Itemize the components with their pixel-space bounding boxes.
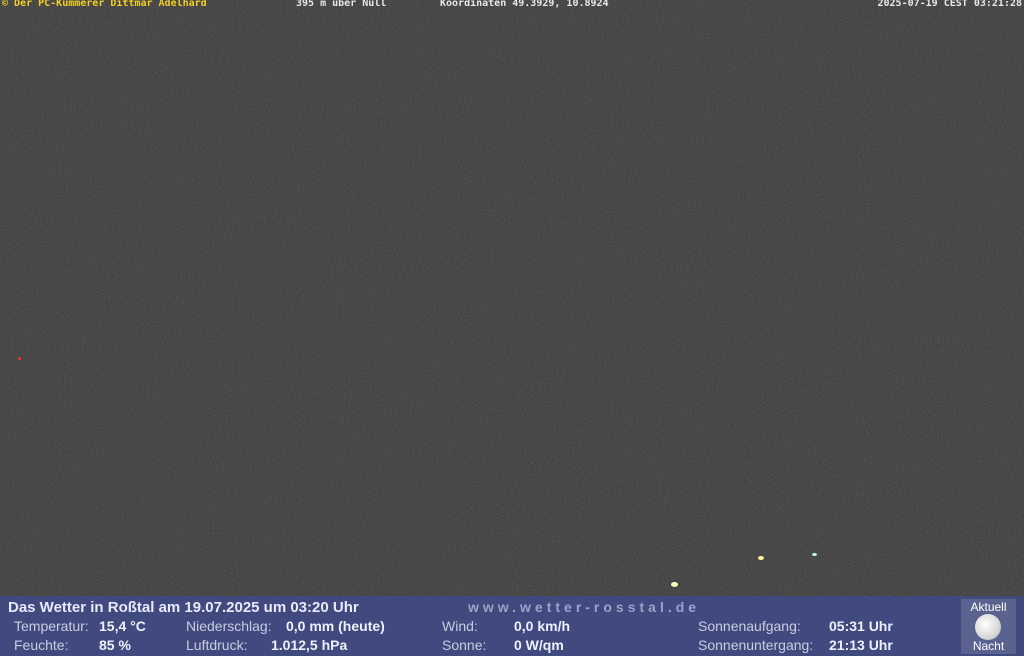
wind-value: 0,0 km/h: [514, 618, 571, 634]
pressure-value: 1.012,5 hPa: [271, 637, 348, 653]
sunrise-label: Sonnenaufgang:: [698, 618, 801, 634]
copyright-text: © Der PC-Kümmerer Dittmar Adelhard: [2, 0, 207, 9]
sunrise-value: 05:31 Uhr: [829, 618, 893, 634]
webcam-image: © Der PC-Kümmerer Dittmar Adelhard 395 m…: [0, 0, 1024, 656]
pressure-label: Luftdruck:: [186, 637, 248, 653]
temperature-value: 15,4 °C: [99, 618, 146, 634]
moon-night-label: Nacht: [972, 639, 1005, 653]
temperature-label: Temperatur:: [14, 618, 89, 634]
distant-light: [812, 553, 817, 556]
sunset-label: Sonnenuntergang:: [698, 637, 814, 653]
sun-value: 0 W/qm: [514, 637, 564, 653]
distant-light: [758, 556, 764, 560]
moon-icon: [975, 614, 1001, 640]
night-sky-noise: [0, 0, 1024, 596]
distant-light: [671, 582, 678, 587]
precipitation-label: Niederschlag:: [186, 618, 272, 634]
sun-label: Sonne:: [442, 637, 487, 653]
moon-current-label: Aktuell: [970, 600, 1007, 614]
timestamp-text: 2025-07-19 CEST 03:21:28: [877, 0, 1023, 9]
wind-label: Wind:: [442, 618, 478, 634]
website-url: www.wetter-rosstal.de: [468, 599, 701, 615]
altitude-text: 395 m über Null: [296, 0, 387, 9]
moon-phase-panel: Aktuell Nacht: [961, 599, 1016, 654]
weather-title: Das Wetter in Roßtal am 19.07.2025 um 03…: [8, 599, 359, 616]
sunset-value: 21:13 Uhr: [829, 637, 893, 653]
humidity-label: Feuchte:: [14, 637, 69, 653]
header-overlay: © Der PC-Kümmerer Dittmar Adelhard 395 m…: [0, 0, 1024, 10]
weather-bar: Das Wetter in Roßtal am 19.07.2025 um 03…: [0, 596, 1024, 656]
precipitation-value: 0,0 mm (heute): [286, 618, 385, 634]
distant-light: [18, 357, 21, 360]
humidity-value: 85 %: [99, 637, 131, 653]
coordinates-text: Koordinaten 49.3929, 10.8924: [440, 0, 609, 9]
